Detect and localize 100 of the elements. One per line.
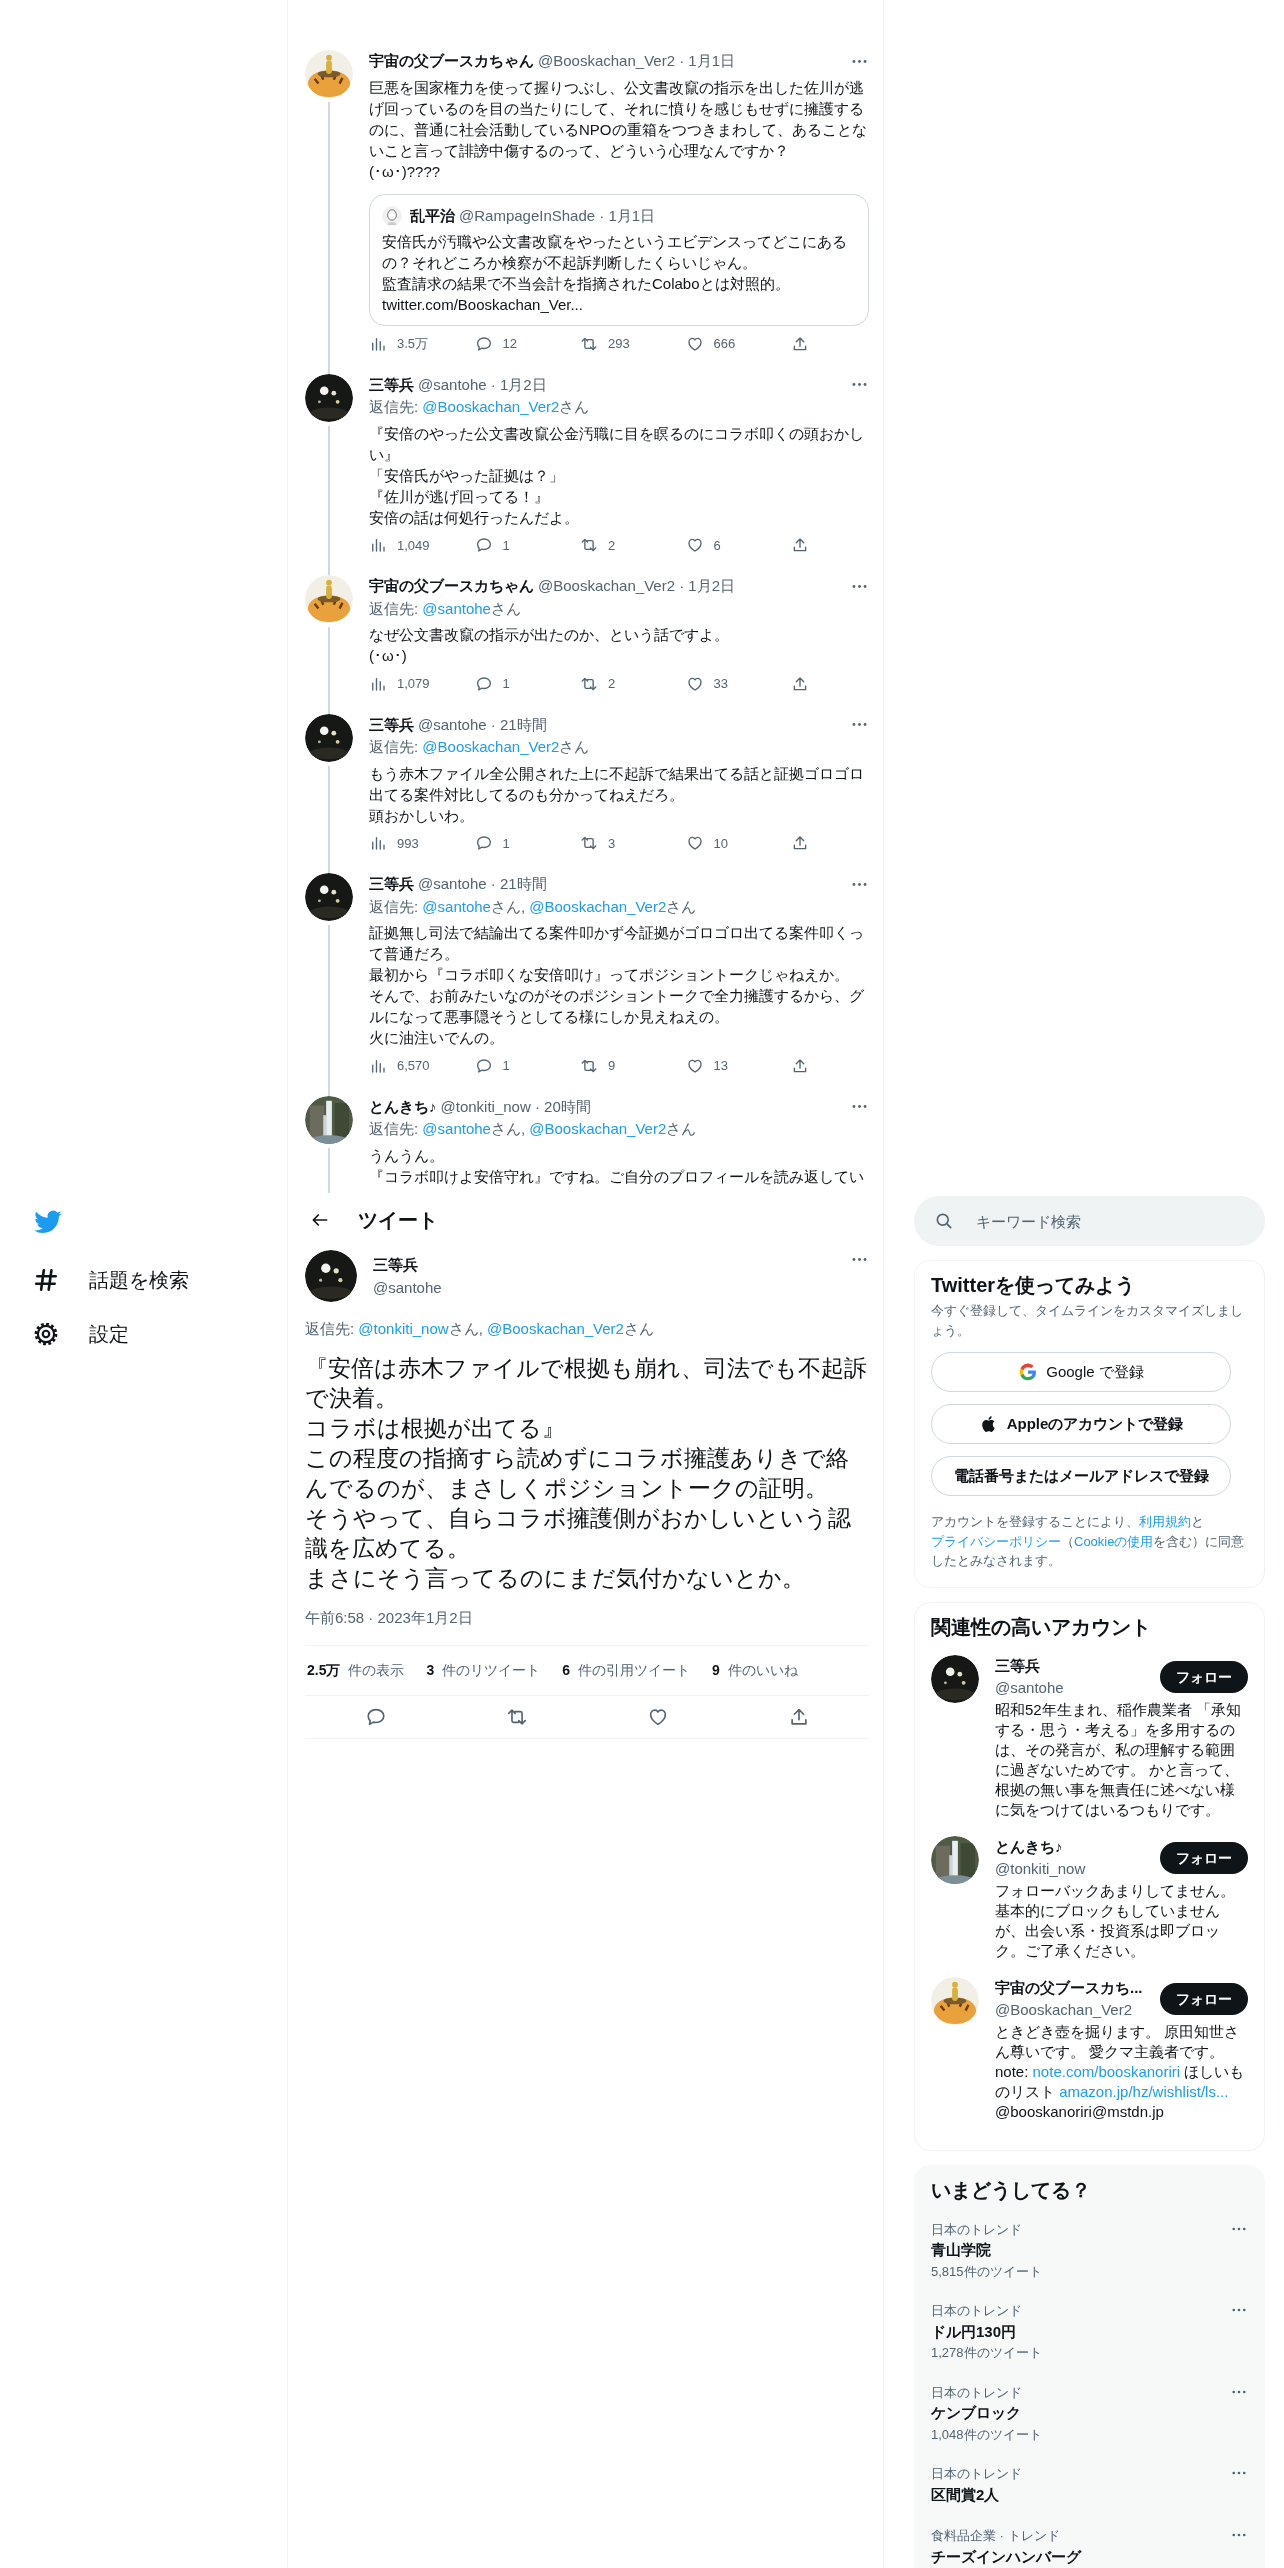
signup-button[interactable]: Appleのアカウントで登録 — [931, 1404, 1231, 1444]
trend-context: 日本のトレンド — [931, 2465, 1023, 2483]
like-button[interactable]: 6 — [685, 535, 786, 555]
trend-item[interactable]: 日本のトレンド 区間賞2人 — [915, 2454, 1264, 2516]
speech-bubble-icon — [364, 1706, 387, 1728]
share-icon — [791, 1056, 809, 1075]
user-name[interactable]: 宇宙の父ブースカちゃん — [369, 50, 534, 73]
reply-button[interactable]: 1 — [474, 1056, 575, 1076]
views-button[interactable]: 1,079 — [369, 674, 469, 694]
tweet-count: 1,048件のツイート — [931, 2425, 1043, 2444]
views-button[interactable]: 993 — [369, 833, 469, 853]
follow-button[interactable]: フォロー — [1160, 1661, 1248, 1693]
user-name[interactable]: 三等兵 — [369, 713, 414, 736]
user-name[interactable]: 三等兵 — [373, 1254, 442, 1277]
trend-title: 区間賞2人 — [931, 2484, 1001, 2505]
handle-and-time: @santohe · 1月2日 — [418, 374, 547, 395]
follow-button[interactable]: フォロー — [1160, 1842, 1248, 1874]
search-field[interactable]: キーワード検索 — [914, 1196, 1265, 1246]
retweet-button[interactable]: 3 — [580, 833, 680, 853]
stat-link[interactable]: 3 件のリツイート — [426, 1660, 541, 1681]
avatar[interactable] — [305, 575, 353, 623]
signup-button[interactable]: Google で登録 — [931, 1352, 1231, 1392]
tweet-text: なぜ公文書改竄の指示が出たのか、という話ですよ。 — [369, 625, 730, 645]
quoted-tweet[interactable]: 乱平治 @RampageInShade · 1月1日 安倍氏が汚職や公文書改竄をやったというエビデンスってどこにあるの？それどころか検察が不起訴判断したくらいじゃん。 監査請求の結果で不当会計を指摘されたColaboとは対照的。 twitter.com/Booskachan_Ver... — [369, 193, 869, 326]
avatar[interactable] — [931, 1976, 979, 2025]
bar-chart-icon — [369, 834, 387, 853]
trend-item[interactable]: 日本のトレンド 青山学院 5,815件のツイート — [915, 2209, 1264, 2291]
retweet-button[interactable]: 2 — [580, 674, 680, 694]
user-name[interactable]: 三等兵 — [369, 373, 414, 396]
reply-button[interactable] — [364, 1706, 387, 1728]
reply-button[interactable]: 1 — [474, 833, 575, 853]
reply-button[interactable]: 1 — [474, 535, 575, 555]
tweet-text: 安倍氏が汚職や公文書改竄をやったというエビデンスってどこにあるの？それどころか検察が不起訴判断したくらいじゃん。 — [382, 232, 848, 273]
trend-item[interactable]: 日本のトレンド ケンブロック 1,048件のツイート — [915, 2372, 1264, 2454]
user-name[interactable]: 宇宙の父ブースカち... — [995, 1976, 1160, 1999]
user-name[interactable]: 宇宙の父ブースカちゃん — [369, 575, 534, 598]
trend-item[interactable]: 食料品企業 · トレンド チーズインハンバーグ — [915, 2516, 1264, 2568]
follow-button[interactable]: フォロー — [1160, 1983, 1248, 2015]
panel-title: Twitterを使ってみよう — [931, 1273, 1137, 1297]
user-handle[interactable]: @santohe — [373, 1276, 442, 1299]
legal-notice: アカウントを登録することにより、利用規約 と プライバシーポリシー（Cookieの使用を含む）に同意したとみなされます。 — [931, 1513, 1246, 1570]
trend-title: チーズインハンバーグ — [931, 2546, 1083, 2567]
avatar[interactable] — [305, 873, 353, 921]
reply-line: 返信先: @Booskachan_Ver2さん — [369, 397, 591, 417]
reply-line: 返信先: @tonkiti_nowさん, @Booskachan_Ver2さん — [305, 1319, 655, 1339]
avatar[interactable] — [305, 373, 353, 422]
retweet-button[interactable]: 2 — [580, 535, 680, 555]
views-button[interactable]: 3.5万 — [369, 334, 469, 354]
retweet-button[interactable] — [505, 1706, 528, 1728]
like-button[interactable]: 10 — [685, 833, 786, 853]
trend-context: 日本のトレンド — [931, 2220, 1023, 2239]
like-button[interactable]: 33 — [685, 674, 786, 694]
user-name[interactable]: とんきち♪ — [369, 1095, 437, 1118]
user-name[interactable]: 三等兵 — [995, 1654, 1160, 1677]
hashtag-icon — [33, 1267, 59, 1293]
profile-bio: 昭和52年生まれ、稲作農業者 「承知する・思う・考える」を多用するのは、その発言が、私の理解する範囲に過ぎないためです。 かと言って、根拠の無い事を無責任に述べない様に気をつけてはいるつもりです。 — [995, 1699, 1242, 1820]
page-title: ツイート — [358, 1207, 438, 1232]
views-button[interactable]: 1,049 — [369, 535, 469, 555]
avatar[interactable] — [305, 1250, 357, 1302]
avatar[interactable] — [305, 713, 353, 762]
nav-item[interactable]: 話題を検索 — [33, 1253, 189, 1307]
panel-subtitle: 今すぐ登録して、タイムラインをカスタマイズしましょう。 — [931, 1302, 1244, 1340]
reply-line: 返信先: @santoheさん, @Booskachan_Ver2さん — [369, 896, 698, 917]
avatar[interactable] — [305, 1095, 353, 1144]
avatar[interactable] — [931, 1835, 979, 1884]
user-handle[interactable]: @Booskachan_Ver2 — [995, 1999, 1160, 2022]
stat-link[interactable]: 2.5万 件の表示 — [307, 1660, 405, 1681]
trend-item[interactable]: 日本のトレンド ドル円130円 1,278件のツイート — [915, 2291, 1264, 2373]
nav-item[interactable]: 設定 — [33, 1307, 129, 1361]
stat-link[interactable]: 6 件の引用ツイート — [562, 1660, 691, 1681]
trend-title: ドル円130円 — [931, 2321, 1018, 2342]
avatar[interactable] — [305, 50, 353, 98]
views-button[interactable]: 6,570 — [369, 1056, 469, 1076]
like-button[interactable]: 666 — [685, 334, 786, 354]
retweet-button[interactable]: 293 — [580, 334, 680, 354]
reply-line: 返信先: @santoheさん — [369, 598, 522, 619]
tweet-text: 『佐川が逃げ回ってる！』 — [369, 486, 550, 507]
speech-bubble-icon — [474, 334, 493, 353]
reply-button[interactable]: 12 — [474, 334, 575, 354]
user-handle[interactable]: @tonkiti_now — [995, 1858, 1160, 1881]
like-button[interactable]: 13 — [685, 1056, 786, 1076]
user-name[interactable]: 三等兵 — [369, 873, 414, 896]
signup-button[interactable]: 電話番号またはメールアドレスで登録 — [931, 1456, 1231, 1496]
tweet-text: 火に油注いでんの。 — [369, 1028, 505, 1048]
tweet-text: そうやって、自らコラボ擁護側がおかしいという認識を広めてる。 — [305, 1503, 852, 1563]
handle-and-time: @tonkiti_now · 20時間 — [440, 1096, 591, 1117]
user-name[interactable]: とんきち♪ — [995, 1835, 1160, 1858]
tweet-text: この程度の指摘すら読めずにコラボ擁護ありきで絡んでるのが、まさしくポジショントークの証明。 — [305, 1443, 850, 1503]
user-handle[interactable]: @santohe — [995, 1677, 1160, 1700]
g-logo-icon — [1018, 1362, 1039, 1382]
speech-bubble-icon — [474, 536, 493, 555]
stat-link[interactable]: 9 件のいいね — [712, 1660, 798, 1681]
timestamp: 午前6:58 · 2023年1月2日 — [305, 1607, 474, 1628]
tweet-text: まさにそう言ってるのにまだ気付かないとか。 — [305, 1563, 806, 1593]
avatar[interactable] — [931, 1654, 979, 1703]
reply-button[interactable]: 1 — [474, 674, 575, 694]
panel-title: いまどうしてる？ — [930, 2177, 1092, 2202]
tweet-text: 「安倍氏がやった証拠は？」 — [369, 465, 565, 486]
profile-bio: フォローバックあまりしてません。基本的にブロックもしていませんが、出会い系・投資系は即ブロック。ご了承ください。 — [995, 1880, 1236, 1961]
retweet-button[interactable]: 9 — [580, 1056, 680, 1076]
